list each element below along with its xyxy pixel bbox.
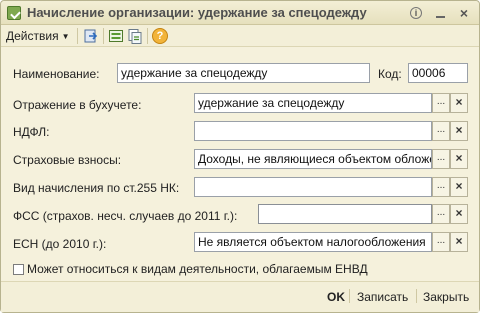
close-button[interactable]: Закрыть <box>423 290 469 304</box>
toolbar: Действия ▼ ? <box>1 25 479 47</box>
toolbar-separator <box>147 28 148 44</box>
footer-separator <box>416 289 417 303</box>
ndfl-select-button[interactable]: ... <box>432 121 450 141</box>
structure-icon[interactable] <box>108 28 124 44</box>
insurance-field[interactable]: Доходы, не являющиеся объектом обложе <box>194 149 432 169</box>
accrual-type-select-button[interactable]: ... <box>432 177 450 197</box>
accounting-select-button[interactable]: ... <box>432 93 450 113</box>
save-go-icon[interactable] <box>83 28 99 44</box>
minimize-icon <box>435 16 445 18</box>
help-icon[interactable]: ? <box>152 28 168 44</box>
check-document-icon <box>7 6 21 20</box>
info-icon: i <box>410 7 422 19</box>
toolbar-separator <box>77 28 78 44</box>
accounting-clear-button[interactable]: × <box>450 93 468 113</box>
chevron-down-icon: ▼ <box>61 31 70 41</box>
fss-select-button[interactable]: ... <box>432 204 450 224</box>
actions-menu[interactable]: Действия ▼ <box>6 28 70 44</box>
insurance-select-button[interactable]: ... <box>432 149 450 169</box>
code-label: Код: <box>378 67 402 81</box>
footer-separator <box>349 289 350 303</box>
envd-checkbox-label[interactable]: Может относиться к видам деятельности, о… <box>27 262 368 276</box>
ok-button[interactable]: OK <box>327 290 345 304</box>
envd-checkbox[interactable] <box>13 264 24 275</box>
close-icon: × <box>459 5 469 21</box>
accounting-label: Отражение в бухучете: <box>13 98 142 112</box>
save-button[interactable]: Записать <box>357 290 408 304</box>
accrual-type-clear-button[interactable]: × <box>450 177 468 197</box>
accrual-type-field[interactable] <box>194 177 432 197</box>
window-title: Начисление организации: удержание за спе… <box>27 5 367 20</box>
accrual-type-label: Вид начисления по ст.255 НК: <box>13 181 180 195</box>
minimize-button[interactable] <box>433 6 447 20</box>
esn-clear-button[interactable]: × <box>450 232 468 252</box>
fss-label: ФСС (страхов. несч. случаев до 2011 г.): <box>13 209 238 223</box>
document-copy-icon[interactable] <box>127 28 143 44</box>
fss-field[interactable] <box>258 204 432 224</box>
fss-clear-button[interactable]: × <box>450 204 468 224</box>
actions-menu-label: Действия <box>6 29 59 43</box>
insurance-label: Страховые взносы: <box>13 153 122 167</box>
esn-select-button[interactable]: ... <box>432 232 450 252</box>
ndfl-label: НДФЛ: <box>13 125 50 139</box>
dialog-window: Начисление организации: удержание за спе… <box>0 0 480 313</box>
info-button[interactable]: i <box>409 6 423 20</box>
close-window-button[interactable]: × <box>457 5 471 21</box>
footer-bar: OK Записать Закрыть <box>1 282 479 312</box>
insurance-clear-button[interactable]: × <box>450 149 468 169</box>
toolbar-separator <box>103 28 104 44</box>
code-field[interactable]: 00006 <box>408 63 468 83</box>
ndfl-clear-button[interactable]: × <box>450 121 468 141</box>
name-field[interactable]: удержание за спецодежду <box>117 63 370 83</box>
name-label: Наименование: <box>13 67 100 81</box>
esn-field[interactable]: Не является объектом налогообложения <box>194 232 432 252</box>
ndfl-field[interactable] <box>194 121 432 141</box>
accounting-field[interactable]: удержание за спецодежду <box>194 93 432 113</box>
esn-label: ЕСН (до 2010 г.): <box>13 237 107 251</box>
title-bar[interactable]: Начисление организации: удержание за спе… <box>1 1 479 25</box>
